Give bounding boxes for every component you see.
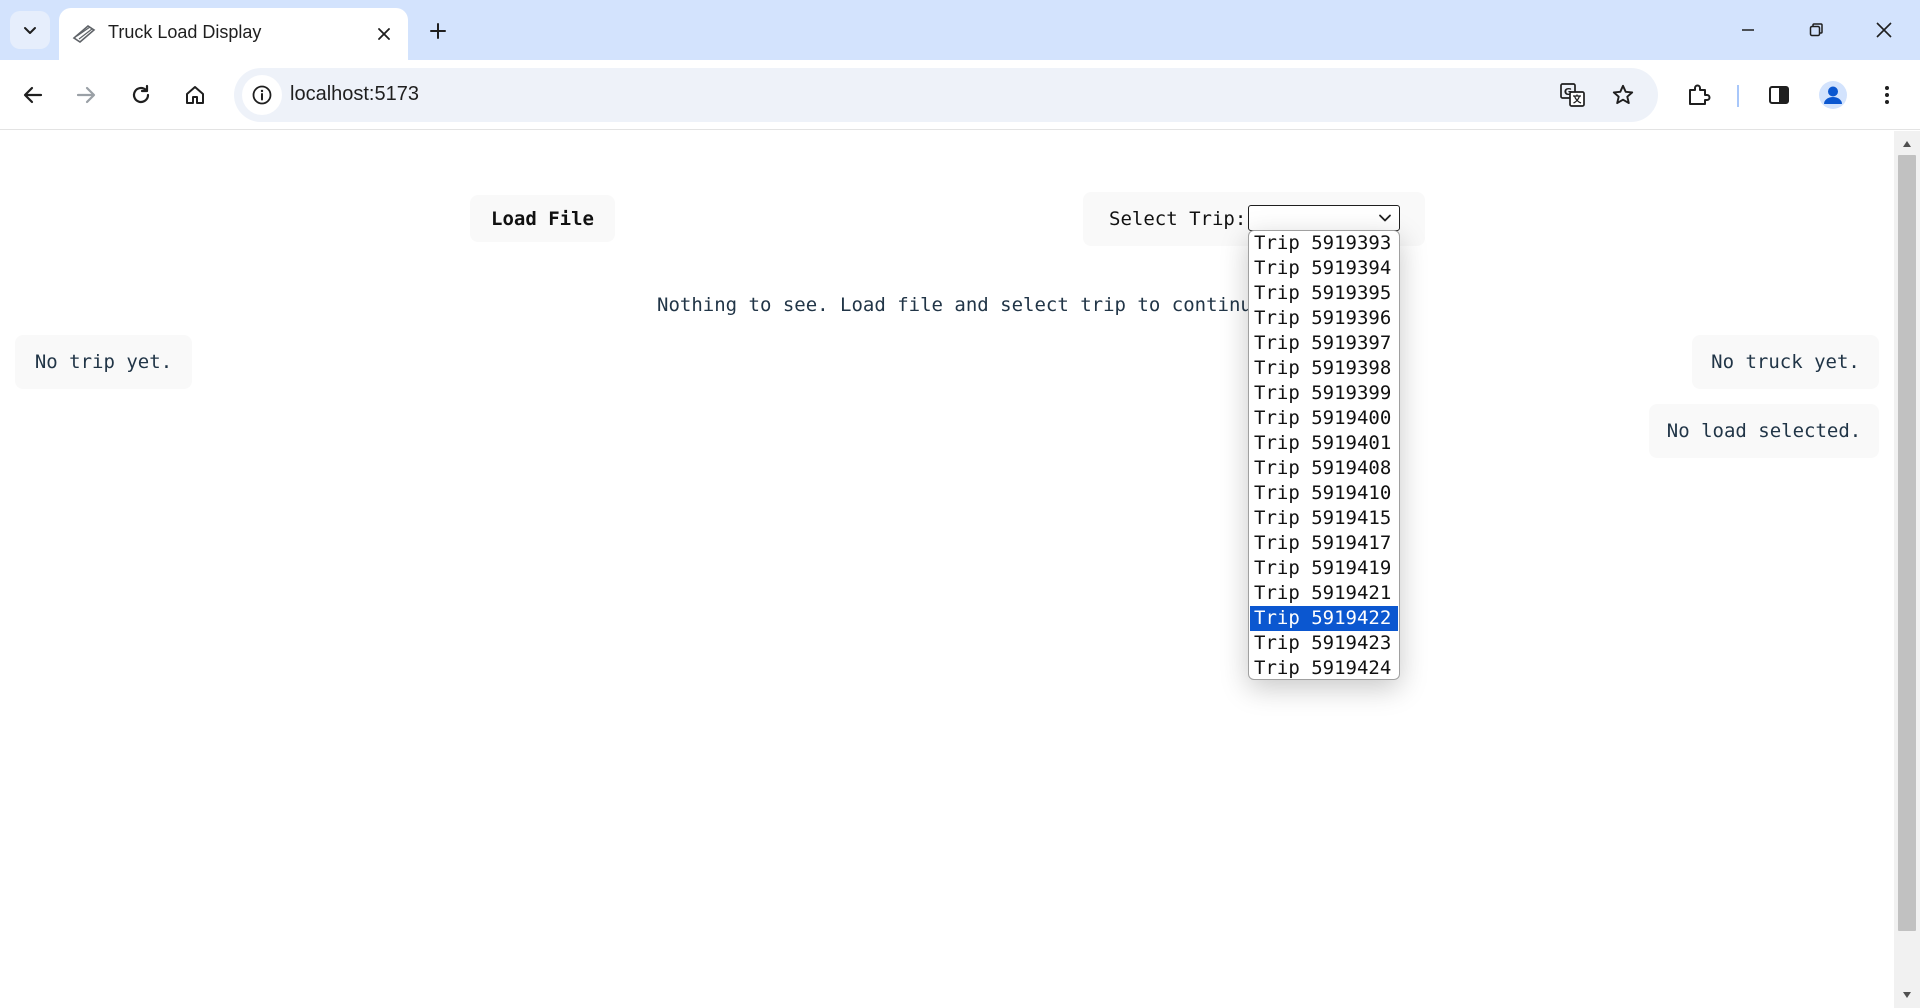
arrow-left-icon bbox=[23, 86, 43, 104]
side-panel-button[interactable] bbox=[1759, 75, 1799, 115]
trip-option[interactable]: Trip 5919424 bbox=[1249, 656, 1399, 679]
trip-option[interactable]: Trip 5919417 bbox=[1249, 531, 1399, 556]
tab-strip: Truck Load Display bbox=[0, 0, 1920, 60]
trip-option[interactable]: Trip 5919393 bbox=[1249, 231, 1399, 256]
restore-button[interactable] bbox=[1786, 8, 1846, 52]
scroll-thumb[interactable] bbox=[1898, 155, 1916, 931]
menu-button[interactable] bbox=[1867, 75, 1907, 115]
tab-search-button[interactable] bbox=[10, 11, 50, 49]
load-panel-text: No load selected. bbox=[1666, 420, 1862, 442]
home-button[interactable] bbox=[175, 75, 215, 115]
trip-option[interactable]: Trip 5919399 bbox=[1249, 381, 1399, 406]
forward-button[interactable] bbox=[66, 75, 106, 115]
trip-option[interactable]: Trip 5919421 bbox=[1249, 581, 1399, 606]
info-icon bbox=[252, 85, 272, 105]
puzzle-icon bbox=[1689, 84, 1711, 105]
scroll-up-arrow[interactable] bbox=[1901, 139, 1913, 149]
trip-info-panel: No trip yet. bbox=[15, 335, 192, 389]
trip-select[interactable] bbox=[1248, 205, 1400, 231]
new-tab-button[interactable] bbox=[422, 15, 454, 47]
trip-option[interactable]: Trip 5919423 bbox=[1249, 631, 1399, 656]
profile-button[interactable] bbox=[1813, 75, 1853, 115]
load-info-panel: No load selected. bbox=[1649, 404, 1879, 458]
close-window-button[interactable] bbox=[1854, 8, 1914, 52]
arrow-right-icon bbox=[76, 86, 96, 104]
trip-option[interactable]: Trip 5919410 bbox=[1249, 481, 1399, 506]
trip-dropdown-list: Trip 5919393 Trip 5919394 Trip 5919395 Trip… bbox=[1248, 230, 1400, 680]
truck-panel-text: No truck yet. bbox=[1711, 351, 1860, 373]
truck-info-panel: No truck yet. bbox=[1692, 335, 1879, 389]
translate-icon: G bbox=[1560, 83, 1585, 107]
page-content: Load File Select Trip: Nothing to see. L… bbox=[0, 131, 1894, 1008]
toolbar-divider bbox=[1737, 85, 1739, 107]
triangle-down-icon bbox=[1903, 992, 1911, 998]
back-button[interactable] bbox=[13, 75, 53, 115]
close-icon bbox=[378, 28, 390, 40]
more-vertical-icon bbox=[1885, 86, 1889, 104]
trip-option[interactable]: Trip 5919422 bbox=[1250, 606, 1398, 631]
load-file-button[interactable]: Load File bbox=[470, 195, 615, 242]
chevron-down-icon bbox=[1379, 214, 1391, 222]
reload-button[interactable] bbox=[121, 75, 161, 115]
trip-option[interactable]: Trip 5919419 bbox=[1249, 556, 1399, 581]
star-icon bbox=[1612, 84, 1634, 105]
close-icon bbox=[1876, 22, 1892, 38]
translate-button[interactable]: G bbox=[1557, 79, 1589, 111]
browser-tab-active[interactable]: Truck Load Display bbox=[59, 8, 408, 60]
trip-option[interactable]: Trip 5919396 bbox=[1249, 306, 1399, 331]
trip-panel-text: No trip yet. bbox=[34, 351, 173, 373]
trip-option[interactable]: Trip 5919394 bbox=[1249, 256, 1399, 281]
chevron-down-icon bbox=[24, 27, 36, 34]
tab-close-button[interactable] bbox=[371, 21, 397, 47]
trip-option[interactable]: Trip 5919395 bbox=[1249, 281, 1399, 306]
restore-icon bbox=[1809, 23, 1823, 37]
truck-favicon-icon bbox=[72, 24, 96, 44]
plus-icon bbox=[430, 23, 446, 39]
tab-title: Truck Load Display bbox=[108, 22, 262, 42]
trip-option[interactable]: Trip 5919408 bbox=[1249, 456, 1399, 481]
page-scrollbar[interactable] bbox=[1894, 131, 1920, 1008]
trip-option[interactable]: Trip 5919415 bbox=[1249, 506, 1399, 531]
trip-option[interactable]: Trip 5919398 bbox=[1249, 356, 1399, 381]
minimize-button[interactable] bbox=[1718, 8, 1778, 52]
address-bar[interactable]: localhost:5173 G bbox=[234, 68, 1658, 122]
triangle-up-icon bbox=[1903, 141, 1911, 147]
trip-option[interactable]: Trip 5919400 bbox=[1249, 406, 1399, 431]
bookmark-button[interactable] bbox=[1607, 79, 1639, 111]
empty-state-message: Nothing to see. Load file and select tri… bbox=[657, 294, 1275, 316]
side-panel-icon bbox=[1769, 86, 1789, 104]
browser-toolbar: localhost:5173 G bbox=[0, 60, 1920, 130]
scroll-down-arrow[interactable] bbox=[1901, 990, 1913, 1000]
avatar-icon bbox=[1819, 81, 1847, 109]
trip-option[interactable]: Trip 5919397 bbox=[1249, 331, 1399, 356]
select-trip-label: Select Trip: bbox=[1109, 208, 1247, 230]
extensions-button[interactable] bbox=[1679, 75, 1719, 115]
url-text[interactable]: localhost:5173 bbox=[290, 83, 419, 106]
home-icon bbox=[186, 86, 204, 104]
site-info-button[interactable] bbox=[242, 75, 282, 115]
trip-option[interactable]: Trip 5919401 bbox=[1249, 431, 1399, 456]
minimize-icon bbox=[1742, 29, 1754, 31]
reload-icon bbox=[132, 84, 150, 104]
